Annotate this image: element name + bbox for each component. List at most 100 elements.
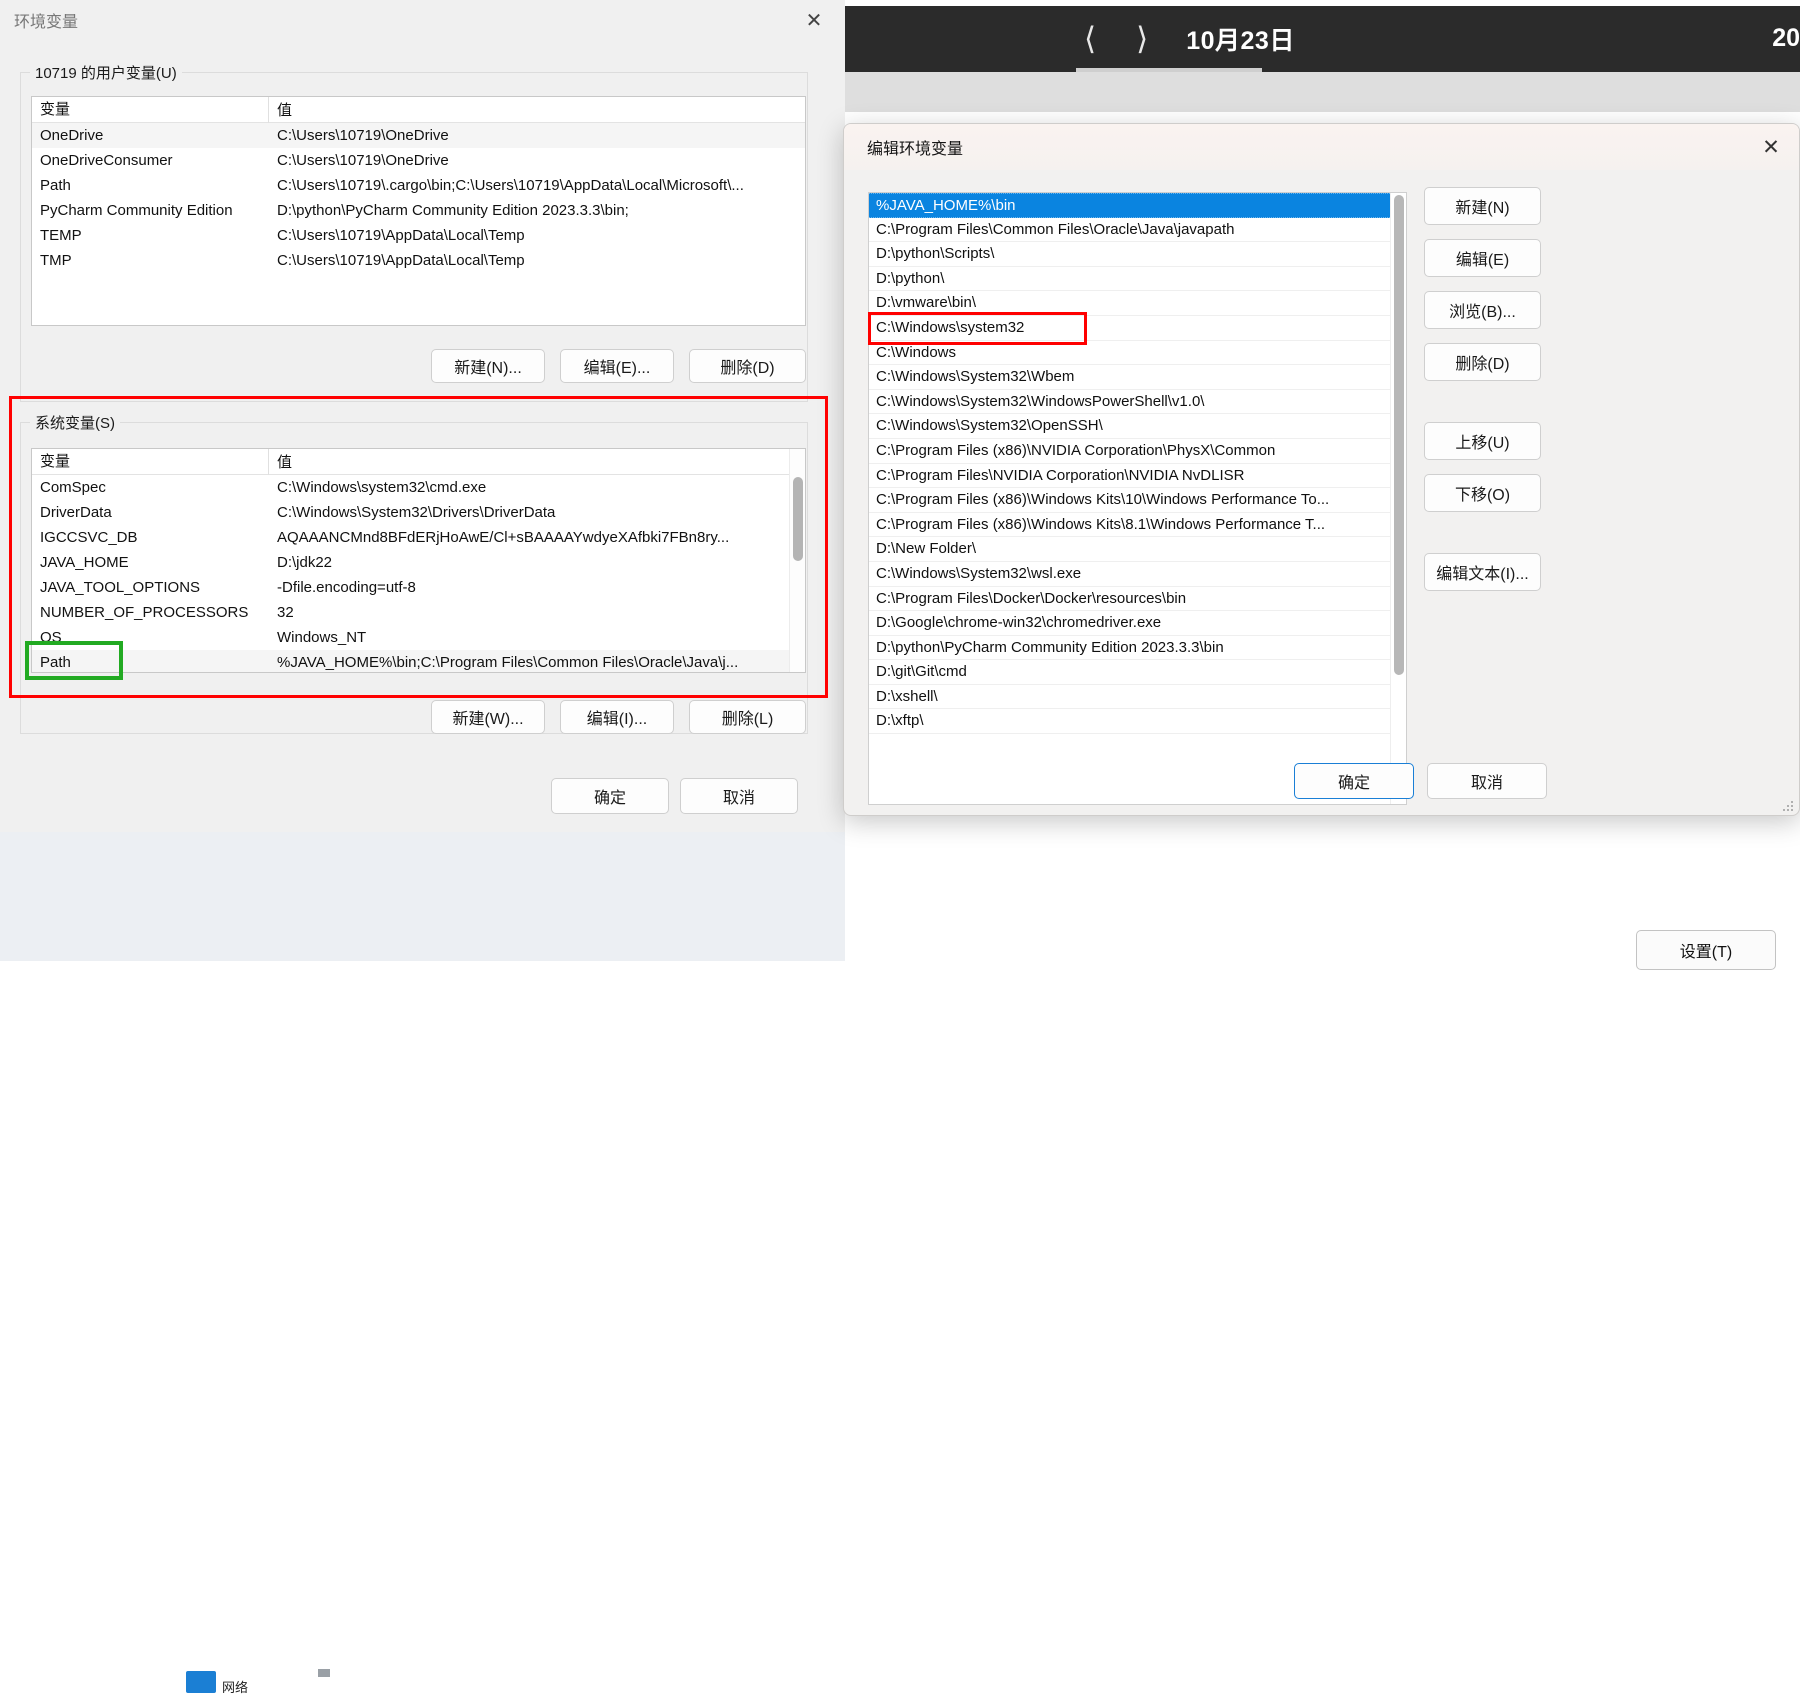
path-entries-list[interactable]: %JAVA_HOME%\bin C:\Program Files\Common … bbox=[868, 192, 1407, 805]
variable-value: -Dfile.encoding=utf-8 bbox=[277, 579, 416, 596]
variable-value: C:\Users\10719\OneDrive bbox=[277, 127, 449, 144]
path-move-up-button[interactable]: 上移(U) bbox=[1424, 422, 1541, 460]
table-row[interactable]: JAVA_HOME D:\jdk22 bbox=[32, 550, 805, 575]
edit-ok-button[interactable]: 确定 bbox=[1294, 763, 1414, 799]
env-cancel-button[interactable]: 取消 bbox=[680, 778, 798, 814]
date-label-secondary: 20 bbox=[1772, 24, 1800, 52]
path-new-button[interactable]: 新建(N) bbox=[1424, 187, 1541, 225]
list-item[interactable]: C:\Windows\System32\WindowsPowerShell\v1… bbox=[869, 390, 1390, 415]
list-item[interactable]: D:\python\ bbox=[869, 267, 1390, 292]
path-delete-button[interactable]: 删除(D) bbox=[1424, 343, 1541, 381]
env-dialog-title: 环境变量 bbox=[14, 14, 79, 31]
column-header-variable[interactable]: 变量 bbox=[32, 449, 269, 475]
list-item[interactable]: C:\Windows\System32\OpenSSH\ bbox=[869, 414, 1390, 439]
table-row-selected[interactable]: Path %JAVA_HOME%\bin;C:\Program Files\Co… bbox=[32, 650, 805, 672]
variable-value: Windows_NT bbox=[277, 629, 367, 646]
system-delete-button[interactable]: 删除(L) bbox=[689, 700, 806, 734]
list-item[interactable]: D:\New Folder\ bbox=[869, 537, 1390, 562]
system-new-button[interactable]: 新建(W)... bbox=[431, 700, 545, 734]
table-row[interactable]: NUMBER_OF_PROCESSORS 32 bbox=[32, 600, 805, 625]
variable-value: D:\jdk22 bbox=[277, 554, 333, 571]
column-header-value[interactable]: 值 bbox=[269, 451, 805, 472]
path-list-scrollbar[interactable] bbox=[1390, 193, 1406, 804]
variable-name: Path bbox=[40, 177, 71, 194]
backdrop-grey-strip bbox=[845, 72, 1800, 112]
table-row[interactable]: DriverData C:\Windows\System32\Drivers\D… bbox=[32, 500, 805, 525]
list-item[interactable]: D:\vmware\bin\ bbox=[869, 291, 1390, 316]
path-edit-text-button[interactable]: 编辑文本(I)... bbox=[1424, 553, 1541, 591]
path-browse-button[interactable]: 浏览(B)... bbox=[1424, 291, 1541, 329]
user-variables-legend: 10719 的用户变量(U) bbox=[30, 62, 182, 83]
variable-value: C:\Windows\System32\Drivers\DriverData bbox=[277, 504, 556, 521]
table-row[interactable]: PyCharm Community Edition D:\python\PyCh… bbox=[32, 198, 805, 223]
path-move-down-button[interactable]: 下移(O) bbox=[1424, 474, 1541, 512]
system-list-scrollbar[interactable] bbox=[789, 449, 805, 672]
list-item[interactable]: D:\git\Git\cmd bbox=[869, 660, 1390, 685]
user-new-button[interactable]: 新建(N)... bbox=[431, 349, 545, 383]
list-item[interactable]: C:\Program Files (x86)\Windows Kits\10\W… bbox=[869, 488, 1390, 513]
variable-value: 32 bbox=[277, 604, 294, 621]
list-item[interactable]: D:\Google\chrome-win32\chromedriver.exe bbox=[869, 611, 1390, 636]
user-variables-rows: OneDrive C:\Users\10719\OneDrive OneDriv… bbox=[32, 123, 805, 273]
list-item-highlighted[interactable]: C:\Windows\system32 bbox=[869, 316, 1390, 341]
list-item[interactable]: C:\Program Files\Docker\Docker\resources… bbox=[869, 587, 1390, 612]
scrollbar-thumb[interactable] bbox=[1394, 195, 1404, 675]
list-item[interactable]: C:\Program Files (x86)\NVIDIA Corporatio… bbox=[869, 439, 1390, 464]
list-item-selected[interactable]: %JAVA_HOME%\bin bbox=[869, 193, 1390, 218]
table-row[interactable]: OneDrive C:\Users\10719\OneDrive bbox=[32, 123, 805, 148]
system-variables-legend: 系统变量(S) bbox=[30, 412, 120, 433]
list-item[interactable]: D:\python\PyCharm Community Edition 2023… bbox=[869, 636, 1390, 661]
table-row[interactable]: IGCCSVC_DB AQAAANCMnd8BFdERjHoAwE/Cl+sBA… bbox=[32, 525, 805, 550]
column-header-variable[interactable]: 变量 bbox=[32, 97, 269, 123]
list-item[interactable]: D:\python\Scripts\ bbox=[869, 242, 1390, 267]
table-row[interactable]: TMP C:\Users\10719\AppData\Local\Temp bbox=[32, 248, 805, 273]
close-icon[interactable]: ✕ bbox=[1743, 124, 1799, 170]
variable-name: JAVA_HOME bbox=[40, 554, 129, 571]
table-row[interactable]: OS Windows_NT bbox=[32, 625, 805, 650]
settings-button[interactable]: 设置(T) bbox=[1636, 930, 1776, 970]
list-item[interactable]: C:\Windows\System32\wsl.exe bbox=[869, 562, 1390, 587]
close-icon[interactable]: ✕ bbox=[791, 0, 837, 40]
date-navigation: ⟨ ⟩ 10月23日 20 bbox=[845, 6, 1800, 72]
list-item[interactable]: C:\Program Files (x86)\Windows Kits\8.1\… bbox=[869, 513, 1390, 538]
env-dialog-titlebar: 环境变量 ✕ bbox=[0, 0, 845, 40]
list-item[interactable]: C:\Program Files\NVIDIA Corporation\NVID… bbox=[869, 464, 1390, 489]
chevron-left-icon[interactable]: ⟨ bbox=[1084, 23, 1096, 55]
list-item[interactable]: C:\Windows\System32\Wbem bbox=[869, 365, 1390, 390]
table-row[interactable]: Path C:\Users\10719\.cargo\bin;C:\Users\… bbox=[32, 173, 805, 198]
system-edit-button[interactable]: 编辑(I)... bbox=[560, 700, 674, 734]
taskbar-item-label: 网络 bbox=[222, 1680, 249, 1695]
resize-grip-icon[interactable] bbox=[1782, 800, 1794, 812]
variable-name: OS bbox=[40, 629, 62, 646]
environment-variables-dialog: 环境变量 ✕ 10719 的用户变量(U) 变量 值 OneDrive C:\U… bbox=[0, 0, 845, 832]
table-row[interactable]: OneDriveConsumer C:\Users\10719\OneDrive bbox=[32, 148, 805, 173]
edit-environment-variable-dialog: 编辑环境变量 ✕ %JAVA_HOME%\bin C:\Program File… bbox=[843, 123, 1800, 816]
table-row[interactable]: JAVA_TOOL_OPTIONS -Dfile.encoding=utf-8 bbox=[32, 575, 805, 600]
chevron-right-icon[interactable]: ⟩ bbox=[1136, 23, 1148, 55]
taskbar-app-icon[interactable] bbox=[186, 1671, 216, 1693]
system-variables-list[interactable]: 变量 值 ComSpec C:\Windows\system32\cmd.exe… bbox=[31, 448, 806, 673]
column-header-value[interactable]: 值 bbox=[269, 99, 805, 120]
table-row[interactable]: TEMP C:\Users\10719\AppData\Local\Temp bbox=[32, 223, 805, 248]
list-item[interactable]: D:\xftp\ bbox=[869, 709, 1390, 735]
variable-name: OneDriveConsumer bbox=[40, 152, 173, 169]
variable-value: C:\Users\10719\OneDrive bbox=[277, 152, 449, 169]
taskbar-secondary-icon[interactable] bbox=[318, 1669, 330, 1677]
list-item[interactable]: C:\Windows bbox=[869, 341, 1390, 366]
variable-value: C:\Users\10719\AppData\Local\Temp bbox=[277, 227, 525, 244]
user-delete-button[interactable]: 删除(D) bbox=[689, 349, 806, 383]
user-edit-button[interactable]: 编辑(E)... bbox=[560, 349, 674, 383]
list-item[interactable]: C:\Program Files\Common Files\Oracle\Jav… bbox=[869, 218, 1390, 243]
path-edit-button[interactable]: 编辑(E) bbox=[1424, 239, 1541, 277]
scrollbar-thumb[interactable] bbox=[793, 477, 803, 561]
taskbar: 网络 bbox=[0, 828, 845, 1695]
variable-name: DriverData bbox=[40, 504, 112, 521]
list-item[interactable]: D:\xshell\ bbox=[869, 685, 1390, 710]
variable-name: PyCharm Community Edition bbox=[40, 202, 233, 219]
variable-value: C:\Users\10719\AppData\Local\Temp bbox=[277, 252, 525, 269]
edit-cancel-button[interactable]: 取消 bbox=[1427, 763, 1547, 799]
user-variables-list[interactable]: 变量 值 OneDrive C:\Users\10719\OneDrive On… bbox=[31, 96, 806, 326]
env-ok-button[interactable]: 确定 bbox=[551, 778, 669, 814]
table-row[interactable]: ComSpec C:\Windows\system32\cmd.exe bbox=[32, 475, 805, 500]
variable-value: AQAAANCMnd8BFdERjHoAwE/Cl+sBAAAAYwdyeXAf… bbox=[277, 529, 730, 546]
